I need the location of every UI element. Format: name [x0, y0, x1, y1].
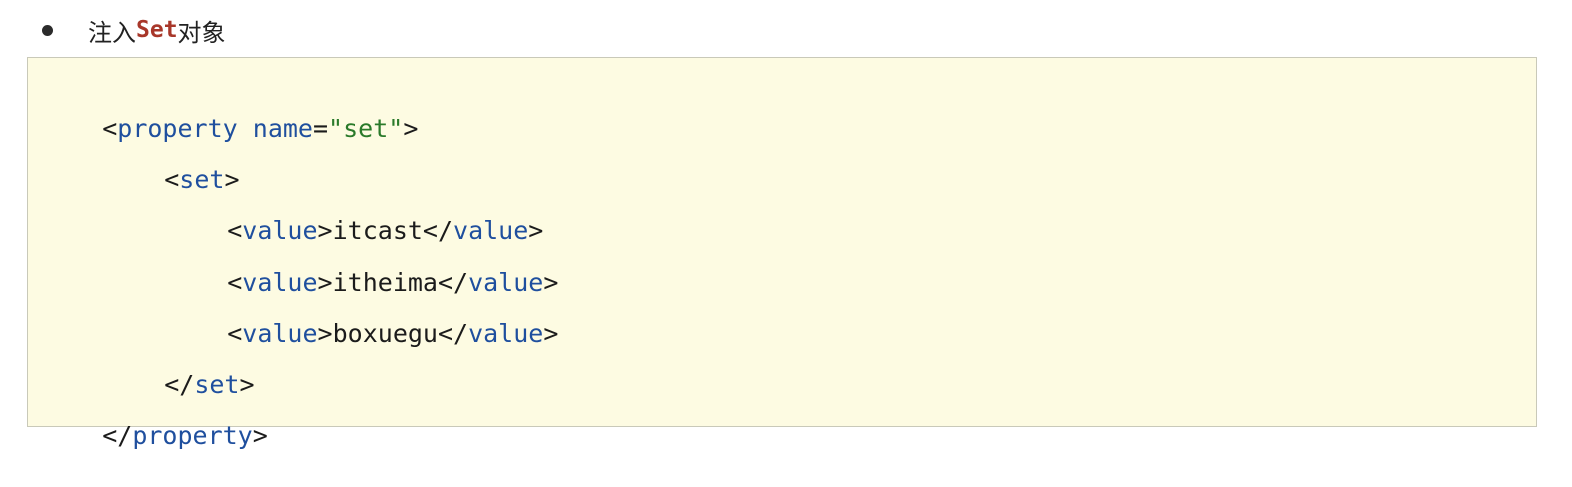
code-line-set-close: </set> — [28, 334, 254, 399]
bracket: </ — [437, 319, 469, 348]
attribute-value: "set" — [328, 114, 404, 143]
code-line-value-itcast: <value>itcast</value> — [28, 180, 543, 245]
section-heading: 注入 Set 对象 — [38, 10, 226, 50]
bracket: </ — [102, 421, 133, 450]
bracket: > — [543, 319, 559, 348]
bracket: > — [252, 421, 268, 450]
code-line-value-itheima: <value>itheima</value> — [28, 232, 558, 297]
heading-suffix: 对象 — [177, 18, 226, 47]
tag-name: property — [132, 421, 253, 450]
code-line-property-close: </property> — [28, 385, 268, 450]
heading-code-word: Set — [136, 17, 178, 43]
bullet-icon — [42, 24, 53, 36]
tag-name: value — [468, 319, 544, 348]
code-line-property-open: <property name="set"> — [28, 78, 418, 143]
heading-prefix: 注入 — [88, 18, 136, 47]
bracket: > — [317, 319, 333, 348]
code-block: <property name="set"> <set> <value>itcas… — [27, 57, 1537, 450]
code-line-set-open: <set> — [28, 129, 239, 194]
element-text: boxuegu — [332, 319, 438, 348]
attribute-name: name — [252, 114, 313, 143]
bracket: > — [403, 114, 419, 143]
equals-sign: = — [312, 114, 329, 143]
code-line-value-boxuegu: <value>boxuegu</value> — [28, 283, 558, 348]
